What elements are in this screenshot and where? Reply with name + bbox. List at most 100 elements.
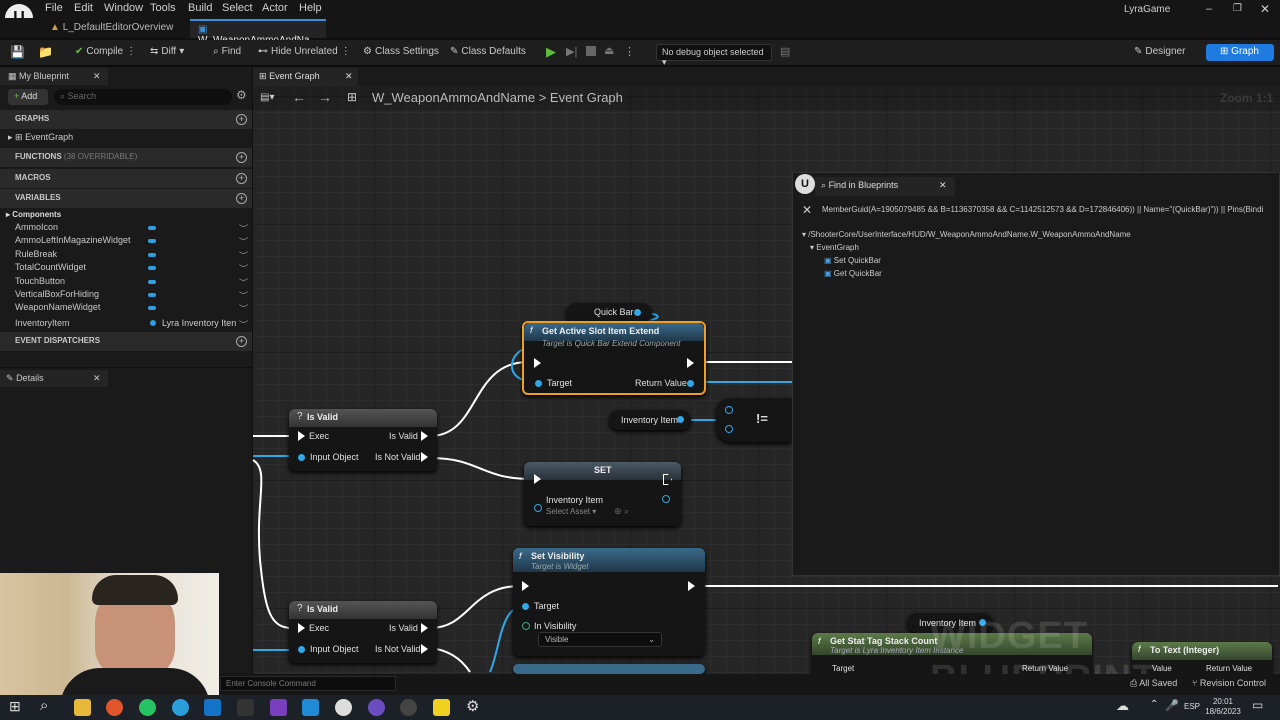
exec-out-pin[interactable] <box>687 358 694 368</box>
result-event-graph[interactable]: ▾ EventGraph <box>810 243 859 252</box>
event-dispatchers-category[interactable]: EVENT DISPATCHERS <box>0 332 252 351</box>
is-valid-node[interactable]: Is Valid ? Exec Is Valid Input Object Is… <box>289 409 437 471</box>
visibility-eye-icon[interactable]: ︶ <box>239 262 248 275</box>
visibility-dropdown[interactable]: Visible ⌄ <box>538 632 662 647</box>
visibility-eye-icon[interactable]: ︶ <box>239 302 248 315</box>
is-not-valid-exec-pin[interactable] <box>421 452 428 462</box>
diff-button[interactable]: ⇆ Diff ▾ <box>150 46 184 57</box>
macros-category[interactable]: MACROS <box>0 169 252 188</box>
maximize-icon[interactable]: ❐ <box>1233 3 1242 14</box>
input-object-pin[interactable] <box>298 646 305 653</box>
variables-category[interactable]: VARIABLES <box>0 189 252 208</box>
inventory-item-input-pin[interactable] <box>534 504 542 512</box>
epic-games-icon[interactable] <box>237 699 254 716</box>
browse-icon[interactable]: 📁 <box>38 45 53 59</box>
add-variable-icon[interactable]: + <box>236 193 247 204</box>
in-visibility-pin[interactable] <box>522 622 530 630</box>
save-status[interactable]: ⎙ All Saved <box>1130 678 1177 689</box>
menu-file[interactable]: File <box>45 2 63 14</box>
brave-browser-icon[interactable] <box>106 699 123 716</box>
hide-unrelated-button[interactable]: ⊷ Hide Unrelated ⋮ <box>258 46 351 57</box>
tray-chevron-icon[interactable]: ⌃ <box>1150 699 1158 710</box>
set-variable-node[interactable]: SET Inventory Item Select Asset ▾ ⊕ ⌕ <box>524 462 681 526</box>
save-icon[interactable]: 💾 <box>10 45 25 59</box>
add-macro-icon[interactable]: + <box>236 173 247 184</box>
discord-icon[interactable] <box>368 699 385 716</box>
system-clock[interactable]: 20:01 18/6/2023 <box>1203 697 1243 717</box>
variable-item[interactable]: VerticalBoxForHiding <box>15 289 99 299</box>
variable-item[interactable]: TouchButton <box>15 276 65 286</box>
partial-node[interactable] <box>513 664 705 674</box>
use-asset-icon[interactable]: ⊕ ⌕ <box>614 506 629 517</box>
is-valid-exec-pin[interactable] <box>421 623 428 633</box>
visibility-eye-icon[interactable]: ︶ <box>239 318 248 331</box>
breadcrumb-graph[interactable]: Event Graph <box>550 90 623 105</box>
result-item[interactable]: ▣ Get QuickBar <box>824 269 882 278</box>
breadcrumb-asset[interactable]: W_WeaponAmmoAndName <box>372 90 535 105</box>
class-settings-button[interactable]: ⚙ Class Settings <box>363 46 439 57</box>
back-arrow-icon[interactable]: ← <box>292 89 306 105</box>
minimize-icon[interactable]: – <box>1206 3 1212 15</box>
more-icon[interactable]: ⋮ <box>624 45 635 58</box>
console-input[interactable]: Enter Console Command <box>220 676 396 691</box>
sticky-notes-icon[interactable] <box>433 699 450 716</box>
visibility-eye-icon[interactable]: ︶ <box>239 222 248 235</box>
find-in-blueprints-tab[interactable]: ⌕ Find in Blueprints ✕ <box>815 177 955 196</box>
menu-help[interactable]: Help <box>299 2 322 14</box>
notifications-icon[interactable]: ▭ <box>1252 698 1263 712</box>
output-value-pin[interactable] <box>662 495 670 503</box>
debug-object-select[interactable]: No debug object selected ▾ <box>656 44 772 67</box>
designer-button[interactable]: ✎ Designer <box>1134 46 1185 57</box>
set-visibility-node[interactable]: Set Visibility Target is Widget f Target… <box>513 548 705 656</box>
forward-arrow-icon[interactable]: → <box>318 89 332 105</box>
visibility-eye-icon[interactable]: ︶ <box>239 235 248 248</box>
find-query-input[interactable]: MemberGuid(A=1905079485 && B=1136370358 … <box>822 205 1278 214</box>
add-graph-icon[interactable]: + <box>236 114 247 125</box>
find-button[interactable]: ⌕ Find <box>213 46 241 57</box>
close-panel-icon[interactable]: ✕ <box>93 71 101 82</box>
graph-mode-button[interactable]: ⊞ Graph <box>1206 44 1274 61</box>
weather-icon[interactable]: ☁ <box>1116 698 1129 714</box>
menu-build[interactable]: Build <box>188 2 212 14</box>
more-icon[interactable]: ⋮ <box>126 46 136 57</box>
play-icon[interactable]: ▶ <box>546 44 556 60</box>
exec-in-pin[interactable] <box>522 581 529 591</box>
clear-search-icon[interactable]: ✕ <box>802 203 812 217</box>
result-path[interactable]: ▾ /ShooterCore/UserInterface/HUD/W_Weapo… <box>802 230 1278 239</box>
unreal-engine-icon[interactable] <box>335 699 352 716</box>
compile-button[interactable]: ✔ Compile ⋮ <box>75 46 136 57</box>
target-pin[interactable] <box>522 603 529 610</box>
add-dispatcher-icon[interactable]: + <box>236 336 247 347</box>
step-icon[interactable]: ▶| <box>566 45 577 58</box>
close-tab-icon[interactable]: ✕ <box>939 180 947 191</box>
input-language[interactable]: ESP <box>1184 702 1200 711</box>
outlook-icon[interactable] <box>204 699 221 716</box>
settings-icon[interactable]: ⚙ <box>466 697 479 715</box>
stop-icon[interactable] <box>586 46 596 56</box>
tab-level[interactable]: ▲ L_DefaultEditorOverview <box>42 19 187 38</box>
close-window-icon[interactable]: ✕ <box>1260 2 1270 16</box>
functions-category[interactable]: FUNCTIONS (38 OVERRIDABLE) <box>0 148 252 167</box>
select-asset-dropdown[interactable]: Select Asset ▾ <box>546 507 596 516</box>
variable-item[interactable]: InventoryItem <box>15 318 70 328</box>
menu-actor[interactable]: Actor <box>262 2 288 14</box>
search-icon[interactable]: ⌕ <box>40 697 48 714</box>
whatsapp-icon[interactable] <box>139 699 156 716</box>
get-active-slot-node[interactable]: Get Active Slot Item Extend Target is Qu… <box>522 321 706 395</box>
return-value-pin[interactable] <box>687 380 694 387</box>
menu-tools[interactable]: Tools <box>150 2 176 14</box>
input-object-pin[interactable] <box>298 454 305 461</box>
result-item[interactable]: ▣ Set QuickBar <box>824 256 881 265</box>
variable-item[interactable]: AmmoLeftInMagazineWidget <box>15 235 131 245</box>
components-header[interactable]: ▸ Components <box>6 210 61 219</box>
close-panel-icon[interactable]: ✕ <box>93 373 101 384</box>
obs-icon[interactable] <box>400 699 417 716</box>
input-a-pin[interactable] <box>725 406 733 414</box>
tab-widget-blueprint[interactable]: ▣ W_WeaponAmmoAndNa... ✕ <box>190 19 326 57</box>
not-equal-node[interactable]: != <box>716 398 792 442</box>
revision-control-button[interactable]: ⑂ Revision Control <box>1192 678 1266 688</box>
visual-studio-icon[interactable] <box>270 699 287 716</box>
quickbar-getter-node[interactable]: Quick Bar <box>566 303 652 323</box>
add-function-icon[interactable]: + <box>236 152 247 163</box>
settings-icon[interactable]: ⚙ <box>236 88 247 102</box>
